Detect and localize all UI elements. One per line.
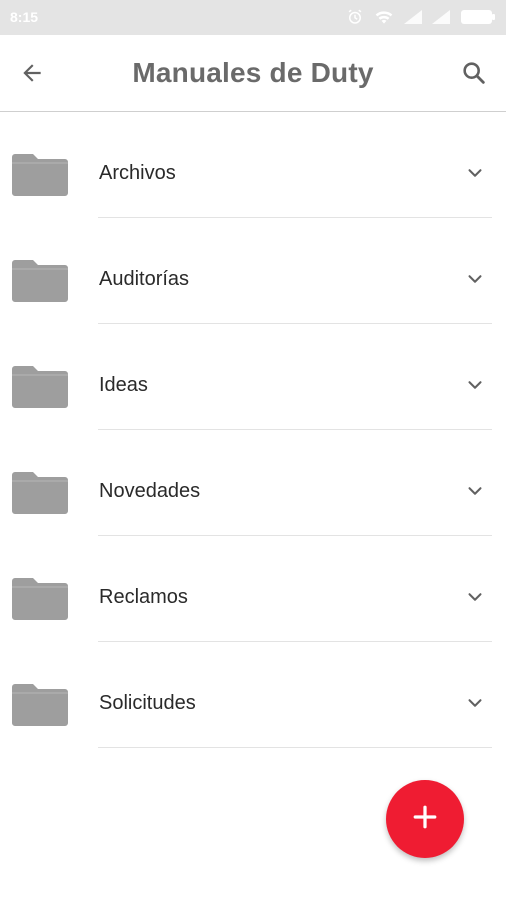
folder-icon xyxy=(12,470,68,514)
folder-icon xyxy=(12,152,68,196)
status-bar: 8:15 xyxy=(0,0,506,35)
search-icon xyxy=(460,59,488,92)
folder-icon xyxy=(12,364,68,408)
folder-label: Archivos xyxy=(99,162,176,184)
chevron-down-icon[interactable] xyxy=(464,586,486,608)
wifi-icon xyxy=(374,9,394,25)
chevron-down-icon[interactable] xyxy=(464,374,486,396)
folder-row-auditorias[interactable]: Auditorías xyxy=(0,218,506,324)
search-button[interactable] xyxy=(456,57,492,93)
folder-label: Auditorías xyxy=(99,268,190,290)
folder-row-ideas[interactable]: Ideas xyxy=(0,324,506,430)
chevron-down-icon[interactable] xyxy=(464,480,486,502)
alarm-icon xyxy=(346,8,364,26)
folder-label: Ideas xyxy=(99,374,148,396)
folder-list: Archivos Auditorías Ideas Novedades Recl… xyxy=(0,112,506,748)
chevron-down-icon[interactable] xyxy=(464,692,486,714)
status-time: 8:15 xyxy=(10,9,39,25)
folder-icon xyxy=(12,576,68,620)
signal-icon xyxy=(404,10,422,24)
app-bar: Manuales de Duty xyxy=(0,35,506,112)
folder-row-solicitudes[interactable]: Solicitudes xyxy=(0,642,506,748)
status-icons xyxy=(346,8,496,26)
folder-label: Reclamos xyxy=(99,586,188,608)
folder-label: Novedades xyxy=(99,480,201,502)
folder-row-novedades[interactable]: Novedades xyxy=(0,430,506,536)
plus-icon xyxy=(412,804,438,835)
page-title: Manuales de Duty xyxy=(132,57,374,88)
battery-icon xyxy=(460,9,496,25)
signal-icon-2 xyxy=(432,10,450,24)
add-button[interactable] xyxy=(386,780,464,858)
folder-label: Solicitudes xyxy=(99,692,196,714)
folder-icon xyxy=(12,682,68,726)
divider xyxy=(98,747,492,748)
chevron-down-icon[interactable] xyxy=(464,268,486,290)
chevron-down-icon[interactable] xyxy=(464,162,486,184)
folder-row-reclamos[interactable]: Reclamos xyxy=(0,536,506,642)
folder-row-archivos[interactable]: Archivos xyxy=(0,112,506,218)
folder-icon xyxy=(12,258,68,302)
